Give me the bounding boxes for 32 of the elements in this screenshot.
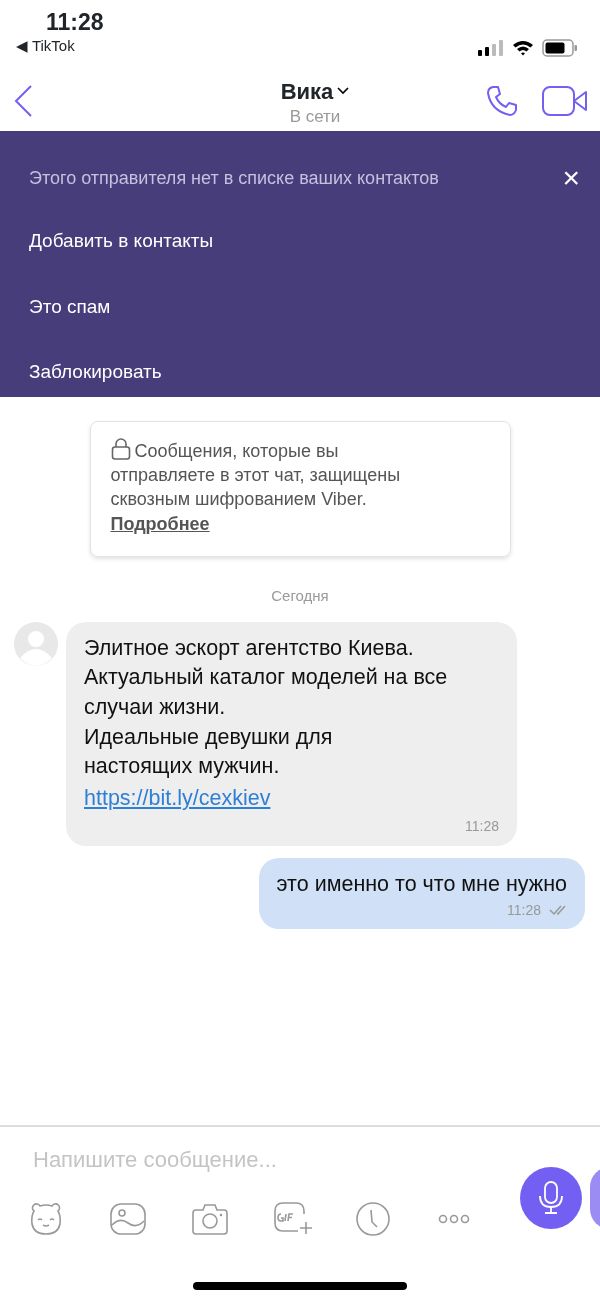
encryption-text: Сообщения, которые вы отправляете в этот чат, защищены сквозным шифрованием Viber. <box>110 438 490 512</box>
message-time: 11:28 <box>507 900 541 920</box>
lock-icon <box>110 438 131 460</box>
date-divider: Сегодня <box>270 586 330 607</box>
signal-icon <box>478 40 504 56</box>
more-icon[interactable] <box>438 1214 470 1224</box>
sticker-icon[interactable] <box>28 1202 64 1236</box>
message-text: Элитное эскорт агентство Киева. Актуальный каталог моделей на все случаи жизни. Идеальные девушки для настоящих мужчин. <box>84 634 449 781</box>
microphone-icon <box>539 1181 563 1215</box>
gif-icon[interactable] <box>274 1202 314 1236</box>
contact-name[interactable]: Вика <box>280 74 334 108</box>
message-link[interactable]: https://bit.ly/cexkiev <box>84 786 271 811</box>
wifi-icon <box>512 40 534 56</box>
banner-action[interactable]: Добавить в контакты <box>29 227 214 256</box>
video-call-icon[interactable] <box>542 85 588 116</box>
banner-title: Этого отправителя нет в списке ваших контактов <box>29 166 439 190</box>
back-to-app-link[interactable]: ◀ TikTok <box>16 37 104 56</box>
chevron-down-icon[interactable] <box>337 87 350 96</box>
more-info-link[interactable]: Подробнее <box>110 514 210 535</box>
message-time: 11:28 <box>465 818 499 835</box>
camera-icon[interactable] <box>192 1203 228 1235</box>
message-text: это именно то что мне нужно <box>276 871 567 899</box>
clock-icon[interactable] <box>356 1202 390 1236</box>
close-button[interactable]: × <box>562 163 580 193</box>
phone-icon[interactable] <box>486 84 518 117</box>
back-icon[interactable] <box>12 83 34 118</box>
banner-action[interactable]: Это спам <box>29 292 111 321</box>
image-icon[interactable] <box>110 1203 146 1235</box>
status-time: 11:28 <box>46 10 104 36</box>
battery-icon <box>542 39 578 57</box>
banner-action[interactable]: Заблокировать <box>29 358 162 387</box>
presence-status: В сети <box>288 107 342 127</box>
